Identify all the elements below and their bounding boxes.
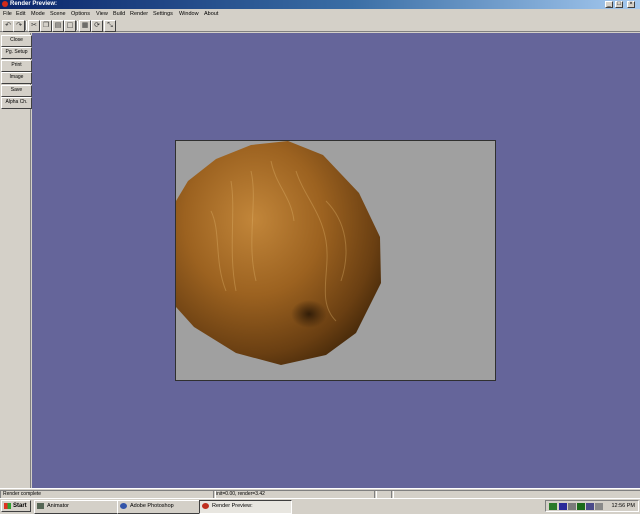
- menu-edit[interactable]: Edit: [16, 9, 25, 19]
- menu-about[interactable]: About: [204, 9, 218, 19]
- alpha-channel-button[interactable]: Alpha Ch.: [1, 97, 32, 109]
- animator-icon: [37, 503, 44, 509]
- menu-view[interactable]: View: [96, 9, 108, 19]
- menu-build[interactable]: Build: [113, 9, 125, 19]
- render-preview-canvas: [175, 140, 496, 381]
- window-title: Render Preview:: [10, 1, 58, 7]
- cut-icon[interactable]: ✂: [28, 20, 40, 32]
- menu-window[interactable]: Window: [179, 9, 199, 19]
- start-label: Start: [13, 503, 27, 509]
- menu-scene[interactable]: Scene: [50, 9, 66, 19]
- monitor-icon[interactable]: [559, 503, 567, 510]
- network-icon[interactable]: [549, 503, 557, 510]
- menu-mode[interactable]: Mode: [31, 9, 45, 19]
- toolbar-separator: [25, 21, 27, 30]
- rotate-icon[interactable]: ⟳: [91, 20, 103, 32]
- rendered-sphere-image: [176, 141, 381, 365]
- minimize-button[interactable]: _: [605, 1, 613, 8]
- task-label: Animator: [47, 503, 70, 509]
- close-window-button[interactable]: ×: [627, 1, 635, 8]
- dark-spot: [291, 300, 327, 328]
- page-icon[interactable]: □: [64, 20, 76, 32]
- image-button[interactable]: Image: [1, 72, 32, 84]
- task-label: Adobe Photoshop: [130, 503, 174, 509]
- windows-logo-icon: [4, 503, 11, 509]
- clock[interactable]: 12:56 PM: [611, 501, 635, 512]
- taskbar: Start Animator Adobe Photoshop Render Pr…: [0, 498, 640, 514]
- status-bar: Render complete init=0.00, render=3.42: [0, 488, 640, 500]
- redo-icon[interactable]: ↷: [13, 20, 25, 32]
- sphere-body: [176, 141, 381, 365]
- copy-icon[interactable]: ❐: [40, 20, 52, 32]
- tray-app-icon[interactable]: [586, 503, 594, 510]
- menu-options[interactable]: Options: [71, 9, 90, 19]
- start-button[interactable]: Start: [1, 500, 31, 512]
- page-setup-button[interactable]: Pg. Setup: [1, 47, 32, 59]
- menu-file[interactable]: File: [3, 9, 12, 19]
- system-tray: 12:56 PM: [545, 500, 639, 512]
- maximize-button[interactable]: □: [615, 1, 623, 8]
- photoshop-icon: [120, 503, 127, 509]
- title-bar[interactable]: Render Preview: _ □ ×: [0, 0, 640, 9]
- toolbar-separator: [76, 21, 78, 30]
- paste-icon[interactable]: ▤: [52, 20, 64, 32]
- toolbar: ↶ ↷ ✂ ❐ ▤ □ ▦ ⟳ ⤡: [0, 19, 640, 32]
- app-icon[interactable]: [2, 1, 8, 7]
- close-button[interactable]: Close: [1, 35, 32, 47]
- menu-render[interactable]: Render: [130, 9, 148, 19]
- menu-bar: File Edit Mode Scene Options View Build …: [0, 9, 640, 19]
- scale-icon[interactable]: ⤡: [104, 20, 116, 32]
- render-preview-icon: [202, 503, 209, 509]
- side-panel: Close Pg. Setup Print Image Save Alpha C…: [0, 33, 32, 488]
- save-button[interactable]: Save: [1, 85, 32, 97]
- task-label: Render Preview:: [212, 503, 253, 509]
- print-button[interactable]: Print: [1, 60, 32, 72]
- speaker-icon[interactable]: [568, 503, 576, 510]
- menu-settings[interactable]: Settings: [153, 9, 173, 19]
- antivirus-icon[interactable]: [577, 503, 585, 510]
- printer-icon[interactable]: [595, 503, 603, 510]
- grid-icon[interactable]: ▦: [79, 20, 91, 32]
